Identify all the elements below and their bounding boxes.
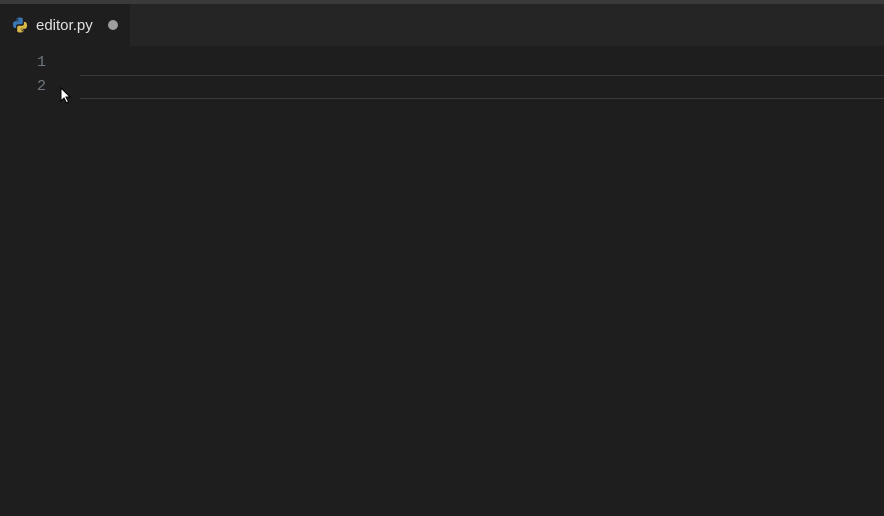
line-number: 1	[37, 51, 46, 75]
python-file-icon	[12, 17, 28, 33]
tab-filename: editor.py	[36, 17, 100, 34]
tab-bar: editor.py	[0, 4, 884, 46]
line-number-gutter: 1 2	[0, 46, 60, 516]
code-content[interactable]	[60, 46, 884, 516]
editor-tab[interactable]: editor.py	[0, 4, 130, 46]
unsaved-indicator-icon[interactable]	[108, 20, 118, 30]
editor-area[interactable]: 1 2	[0, 46, 884, 516]
line-number: 2	[37, 75, 46, 99]
code-line[interactable]	[60, 51, 884, 75]
code-line-active[interactable]	[80, 75, 884, 99]
